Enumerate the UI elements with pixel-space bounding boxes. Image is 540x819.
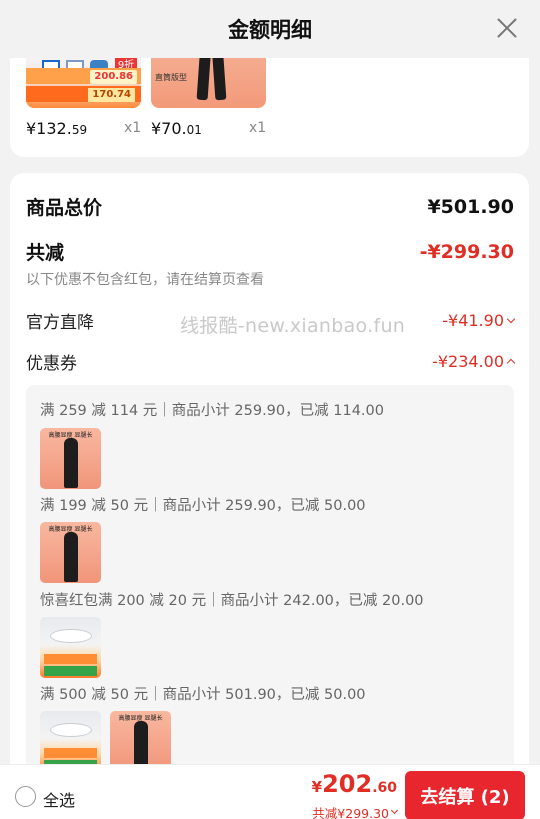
product-quantity: x1	[249, 120, 267, 136]
product-quantity: x1	[124, 120, 142, 136]
select-all-radio[interactable]	[15, 786, 36, 807]
product-price: ¥70.01	[151, 119, 202, 138]
product-thumbnail: 高腰显瘦 显腿长	[40, 428, 101, 489]
checkout-bar: 全选 ¥202.60 共减¥299.30 去结算 (2)	[0, 764, 540, 819]
discount-note: 以下优惠不包含红包，请在结算页查看	[26, 272, 264, 288]
chevron-down-icon	[390, 806, 399, 815]
select-all-label[interactable]: 全选	[43, 787, 75, 811]
product-thumbnail: 高腰显瘦 显腿长	[40, 522, 101, 583]
watermark: 线报酷-new.xianbao.fun	[180, 315, 406, 337]
amount-summary-card: 商品总价 ¥501.90 共减 -¥299.30 以下优惠不包含红包，请在结算页…	[10, 173, 529, 819]
goods-total-row: 商品总价 ¥501.90	[26, 193, 514, 220]
total-block: ¥202.60 共减¥299.30	[311, 770, 399, 819]
coupon-label: 优惠券	[26, 354, 77, 374]
official-discount-value: -¥41.90	[442, 311, 504, 330]
thumb-price: 170.74	[88, 88, 135, 102]
coupon-detail-line: 惊喜红包满 200 减 20 元｜商品小计 242.00，已减 20.00	[40, 593, 424, 609]
thumb-caption: 直筒版型	[155, 73, 187, 82]
coupon-detail-panel: 满 259 减 114 元｜商品小计 259.90，已减 114.00 高腰显瘦…	[26, 385, 514, 805]
discount-label: 共减	[26, 242, 65, 264]
thumb-price: 200.86	[90, 70, 137, 84]
product-thumbnail: 高腰显瘦 显腿长	[110, 711, 171, 772]
chevron-up-icon[interactable]	[506, 358, 516, 368]
close-icon[interactable]	[496, 17, 518, 39]
product-thumbnail	[40, 711, 101, 772]
coupon-value: -¥234.00	[432, 352, 504, 371]
page-title: 金额明细	[228, 18, 312, 42]
coupon-detail-line: 满 500 减 50 元｜商品小计 501.90，已减 50.00	[40, 687, 366, 703]
coupon-row[interactable]: 优惠券 -¥234.00	[26, 349, 516, 374]
chevron-down-icon[interactable]	[506, 314, 516, 323]
total-saved[interactable]: 共减¥299.30	[312, 803, 399, 819]
discount-value: -¥299.30	[419, 240, 514, 263]
modal-header: 金额明细	[0, 0, 540, 58]
discount-row: 共减 -¥299.30	[26, 238, 514, 265]
coupon-detail-line: 满 199 减 50 元｜商品小计 259.90，已减 50.00	[40, 498, 366, 514]
product-thumbnail	[40, 617, 101, 678]
goods-total-value: ¥501.90	[427, 195, 514, 218]
checkout-button[interactable]: 去结算 (2)	[405, 771, 525, 819]
official-discount-label: 官方直降	[26, 313, 94, 333]
product-price: ¥132.59	[26, 119, 88, 138]
total-price: ¥202.60	[311, 770, 397, 798]
coupon-detail-line: 满 259 减 114 元｜商品小计 259.90，已减 114.00	[40, 403, 384, 419]
goods-total-label: 商品总价	[26, 197, 103, 219]
